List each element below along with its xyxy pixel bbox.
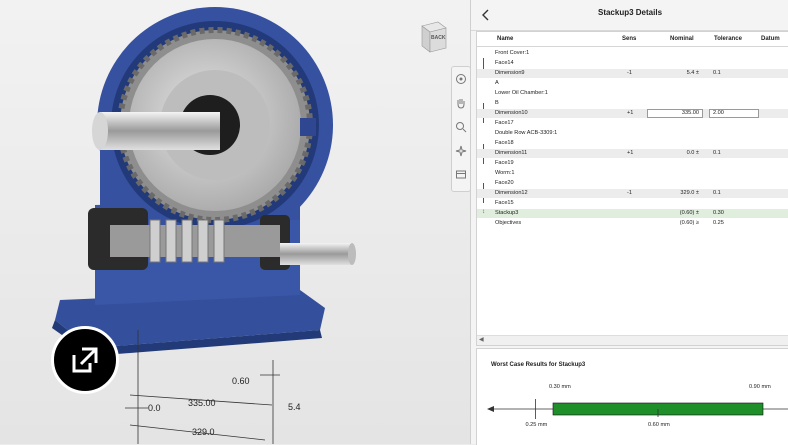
panel-header: Stackup3 Details bbox=[471, 0, 788, 31]
range-max-label: 0.90 mm bbox=[749, 384, 771, 390]
axis-arrow-left-icon bbox=[487, 406, 494, 412]
column-nominal[interactable]: Nominal bbox=[670, 36, 694, 42]
worst-case-results: Worst Case Results for Stackup3 0.30 mm … bbox=[476, 348, 788, 445]
display-icon[interactable] bbox=[455, 169, 467, 181]
table-row[interactable]: Face15 bbox=[477, 199, 788, 208]
table-row[interactable]: Lower Oil Chamber:1 bbox=[477, 89, 788, 98]
objectives-row[interactable]: Objectives (0.60) ≥ 0.25 bbox=[477, 219, 788, 228]
table-row[interactable]: Dimension9 -1 5.4 ± 0.1 bbox=[477, 69, 788, 78]
results-range-chart bbox=[487, 399, 788, 419]
external-link-icon bbox=[72, 347, 98, 373]
table-row[interactable]: Face19 bbox=[477, 159, 788, 168]
stackup-result-row[interactable]: ↕ Stackup3 (0.60) ± 0.30 bbox=[477, 209, 788, 218]
objective-label: 0.25 mm bbox=[525, 422, 548, 428]
nominal-label: 0.60 mm bbox=[648, 422, 670, 428]
table-row[interactable]: Face18 bbox=[477, 139, 788, 148]
table-row[interactable]: Dimension11 +1 0.0 ± 0.1 bbox=[477, 149, 788, 158]
table-row-selected[interactable]: Dimension10 +1 335.00 2.00 bbox=[477, 109, 788, 118]
column-sens[interactable]: Sens bbox=[622, 36, 636, 42]
measure-icon[interactable] bbox=[455, 145, 467, 157]
table-row[interactable]: Face14 bbox=[477, 59, 788, 68]
navigation-toolbar bbox=[451, 66, 470, 192]
orbit-icon[interactable] bbox=[455, 73, 467, 85]
stackup-table: Name Sens Nominal Tolerance Datum Front … bbox=[476, 31, 788, 346]
table-row[interactable]: Dimension12 -1 329.0 ± 0.1 bbox=[477, 189, 788, 198]
panel-title: Stackup3 Details bbox=[597, 8, 663, 17]
zoom-icon[interactable] bbox=[455, 121, 467, 133]
horizontal-scrollbar[interactable]: ◀ bbox=[477, 335, 788, 345]
external-link-button[interactable] bbox=[51, 326, 119, 394]
column-tolerance[interactable]: Tolerance bbox=[714, 36, 742, 42]
view-cube-label: BACK bbox=[431, 35, 446, 41]
table-header: Name Sens Nominal Tolerance Datum bbox=[477, 32, 788, 47]
scroll-left-icon[interactable]: ◀ bbox=[479, 336, 484, 343]
table-row[interactable]: Face20 bbox=[477, 179, 788, 188]
dimension-5-4[interactable]: 5.4 bbox=[288, 402, 301, 412]
view-cube[interactable]: BACK bbox=[416, 20, 448, 59]
table-row[interactable]: A bbox=[477, 79, 788, 88]
dimension-0-60[interactable]: 0.60 bbox=[232, 376, 250, 386]
table-row[interactable]: B bbox=[477, 99, 788, 108]
table-row[interactable]: Face17 bbox=[477, 119, 788, 128]
column-datum[interactable]: Datum bbox=[761, 36, 780, 42]
pan-icon[interactable] bbox=[455, 97, 467, 109]
model-viewport[interactable]: 0.60 335.00 0.0 5.4 329.0 BACK bbox=[0, 0, 470, 444]
table-row[interactable]: Double Row ACB-3309:1 bbox=[477, 129, 788, 138]
table-row[interactable]: Worm:1 bbox=[477, 169, 788, 178]
table-row[interactable]: Front Cover:1 bbox=[477, 49, 788, 58]
stackup-icon: ↕ bbox=[482, 209, 485, 215]
dimension-0-0[interactable]: 0.0 bbox=[148, 403, 161, 413]
dimension-329[interactable]: 329.0 bbox=[192, 427, 215, 437]
column-name[interactable]: Name bbox=[497, 36, 513, 42]
range-min-label: 0.30 mm bbox=[549, 384, 571, 390]
stackup-details-panel: Stackup3 Details Name Sens Nominal Toler… bbox=[470, 0, 788, 445]
dimension-335[interactable]: 335.00 bbox=[188, 398, 216, 408]
